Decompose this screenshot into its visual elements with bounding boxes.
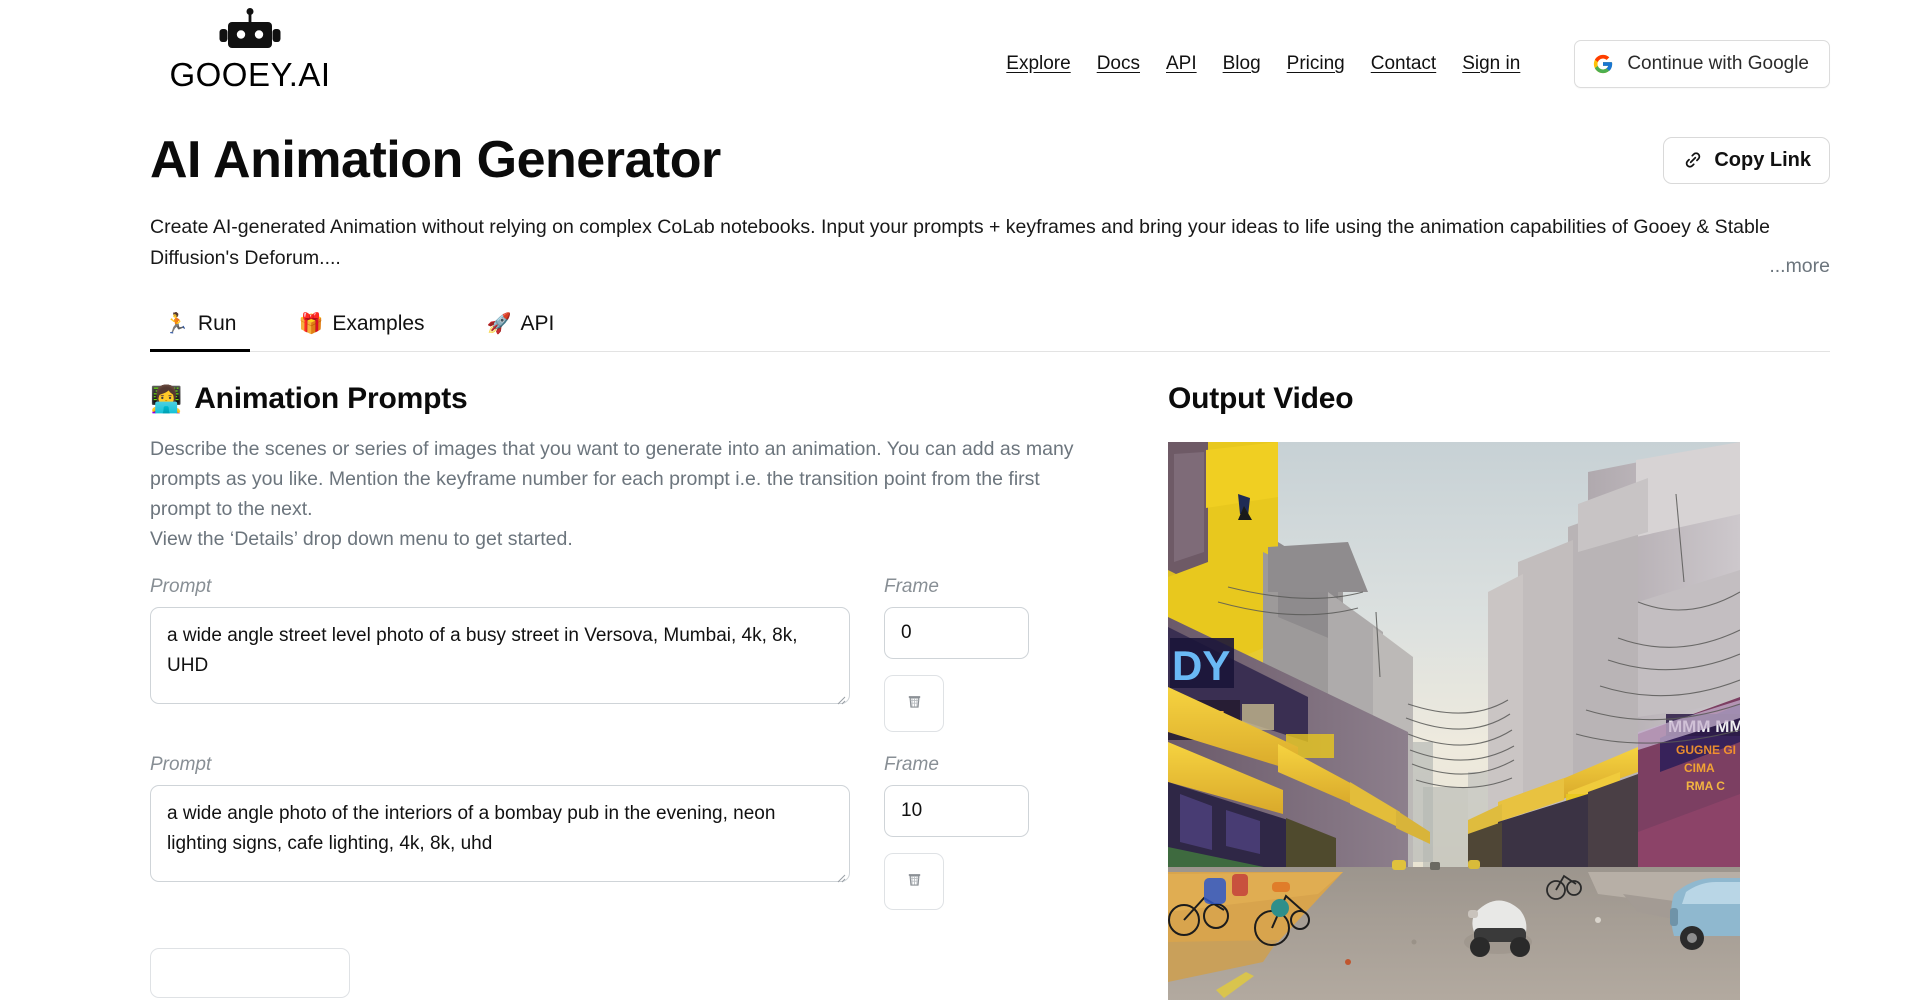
prompt-input[interactable] (150, 607, 850, 704)
app-page: GOOEY.AI Explore Docs API Blog Pricing C… (0, 0, 1920, 1000)
nav-item-docs[interactable]: Docs (1097, 53, 1140, 75)
tab-run-label: Run (197, 312, 237, 335)
logo-text: GOOEY.AI (169, 56, 331, 93)
prompt-label: Prompt (150, 754, 212, 775)
nav-item-api[interactable]: API (1166, 53, 1197, 75)
gift-icon: 🎁 (298, 313, 324, 335)
show-more-link[interactable]: ...more (1769, 255, 1830, 278)
google-g-icon (1592, 53, 1614, 75)
nav-item-explore[interactable]: Explore (1006, 53, 1070, 75)
nav-item-pricing[interactable]: Pricing (1287, 53, 1345, 75)
tabs-bar: 🏃 Run 🎁 Examples 🚀 API (0, 274, 1920, 352)
trash-bin-icon (904, 690, 925, 717)
main-nav: Explore Docs API Blog Pricing Contact Si… (1006, 8, 1830, 88)
prompt-input[interactable] (150, 785, 850, 882)
frame-column: Frame (884, 554, 1029, 732)
tab-run[interactable]: 🏃 Run (150, 304, 251, 352)
tab-examples-label: Examples (332, 312, 425, 335)
tab-examples[interactable]: 🎁 Examples (284, 304, 438, 352)
output-video-title: Output Video (1168, 382, 1354, 415)
continue-with-google-button[interactable]: Continue with Google (1574, 40, 1830, 88)
tab-api-label: API (520, 312, 555, 335)
prompt-column: Prompt (150, 732, 850, 887)
site-header: GOOEY.AI Explore Docs API Blog Pricing C… (0, 0, 1920, 105)
woman-technologist-icon: 👩‍💻 (150, 384, 183, 414)
frame-input[interactable] (884, 607, 1029, 659)
svg-text:DY: DY (1172, 642, 1230, 689)
svg-text:GUGNE GI: GUGNE GI (1676, 743, 1736, 757)
copy-link-label: Copy Link (1714, 148, 1811, 171)
description-text: Create AI-generated Animation without re… (150, 216, 1770, 269)
add-prompt-button[interactable] (150, 948, 350, 998)
nav-item-blog[interactable]: Blog (1223, 53, 1261, 75)
prompt-row: Prompt Frame (150, 554, 1120, 732)
frame-column: Frame (884, 732, 1029, 910)
page-title: AI Animation Generator (150, 131, 721, 189)
generated-street-scene-image: DY OVI (1168, 442, 1740, 1000)
prompt-row: Prompt Frame (150, 732, 1120, 910)
google-button-label: Continue with Google (1627, 53, 1809, 74)
prompts-help-line-2: View the ‘Details’ drop down menu to get… (150, 528, 573, 550)
title-bar: AI Animation Generator Copy Link (0, 105, 1920, 190)
robot-head-icon (214, 8, 286, 54)
main-content: 👩‍💻 Animation Prompts Describe the scene… (0, 382, 1920, 1000)
prompt-label: Prompt (150, 576, 212, 597)
animation-prompts-heading: 👩‍💻 Animation Prompts (150, 382, 1120, 416)
prompts-help-text: Describe the scenes or series of images … (150, 434, 1080, 554)
link-chain-icon (1682, 149, 1704, 171)
running-person-icon: 🏃 (164, 313, 189, 335)
svg-text:RMA C: RMA C (1686, 779, 1725, 793)
animation-prompts-heading-label: Animation Prompts (194, 382, 468, 415)
delete-prompt-button[interactable] (884, 675, 944, 732)
copy-link-button[interactable]: Copy Link (1663, 136, 1830, 184)
nav-item-contact[interactable]: Contact (1371, 53, 1436, 75)
svg-text:CIMA: CIMA (1684, 761, 1715, 775)
output-video-preview[interactable]: DY OVI (1168, 442, 1740, 1000)
trash-bin-icon (904, 868, 925, 895)
prompt-column: Prompt (150, 554, 850, 709)
prompts-help-line-1: Describe the scenes or series of images … (150, 438, 1074, 520)
description-block: Create AI-generated Animation without re… (0, 190, 1920, 277)
delete-prompt-button[interactable] (884, 853, 944, 910)
rocket-icon: 🚀 (486, 313, 512, 335)
site-logo[interactable]: GOOEY.AI (150, 8, 350, 94)
output-video-panel: Output Video DY GUGNE GI CIMA RMA C (1168, 382, 1830, 1000)
frame-label: Frame (884, 576, 939, 597)
animation-prompts-panel: 👩‍💻 Animation Prompts Describe the scene… (150, 382, 1120, 1000)
frame-label: Frame (884, 754, 939, 775)
tab-api[interactable]: 🚀 API (473, 304, 569, 352)
frame-input[interactable] (884, 785, 1029, 837)
nav-item-sign-in[interactable]: Sign in (1462, 53, 1520, 75)
